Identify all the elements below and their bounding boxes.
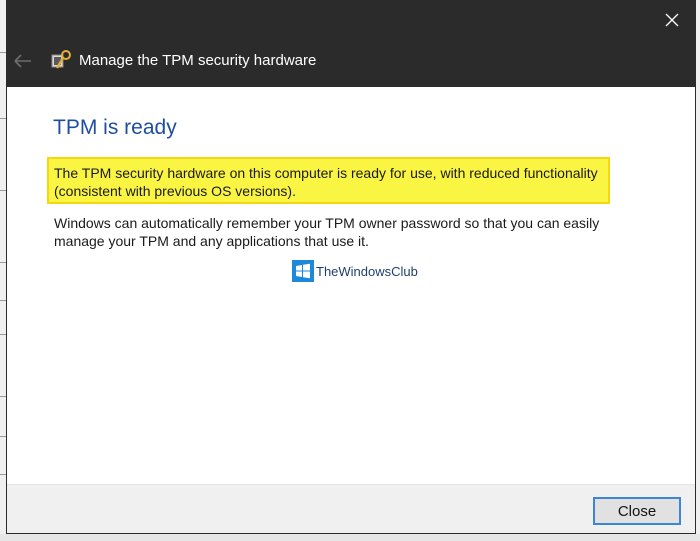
background-window-edge-bottom [0,534,700,541]
background-window-edge-right [696,0,700,541]
close-button[interactable]: Close [593,497,681,525]
status-message: The TPM security hardware on this comput… [54,164,598,200]
dialog-footer: Close [7,484,695,533]
window-title: Manage the TPM security hardware [79,52,317,69]
watermark: TheWindowsClub [292,260,418,282]
back-arrow-icon[interactable] [11,51,35,71]
info-message-line-1: Windows can automatically remember your … [54,215,600,231]
close-icon[interactable] [663,11,681,29]
tpm-dialog: Manage the TPM security hardware TPM is … [6,0,696,534]
tpm-chip-icon [51,50,71,69]
page-title: TPM is ready [53,116,177,139]
status-message-line-1: The TPM security hardware on this comput… [54,165,598,181]
info-message: Windows can automatically remember your … [54,214,599,250]
watermark-text: TheWindowsClub [316,263,418,279]
status-message-line-2: (consistent with previous OS versions). [54,183,296,199]
info-message-line-2: manage your TPM and any applications tha… [54,233,369,249]
windows-logo-icon [292,260,314,282]
title-bar: Manage the TPM security hardware [7,1,695,87]
